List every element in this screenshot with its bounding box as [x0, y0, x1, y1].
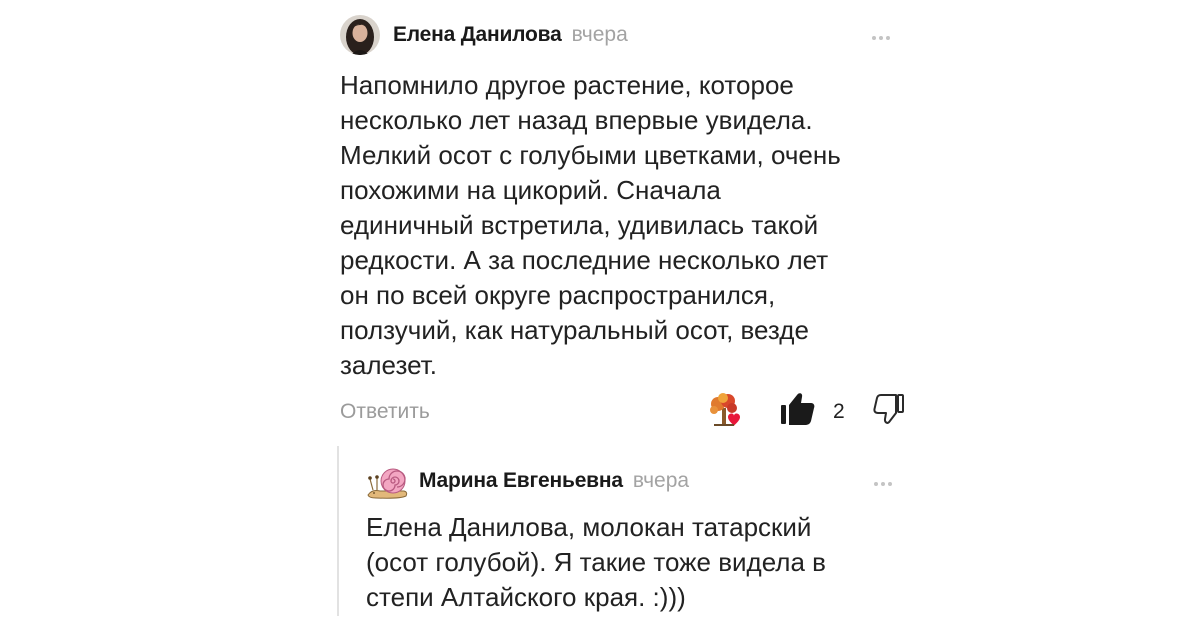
- reply-author[interactable]: Марина Евгеньевна: [419, 469, 623, 493]
- thread-line: [337, 446, 339, 616]
- more-dots-icon[interactable]: [872, 36, 890, 40]
- comment-text: Напомнило другое растение, которое неско…: [340, 70, 841, 380]
- thumbs-down-icon[interactable]: [872, 392, 906, 428]
- comment-header: Елена Данилова вчера: [340, 12, 900, 58]
- comment-author[interactable]: Елена Данилова: [393, 23, 562, 47]
- reply-text: Елена Данилова, молокан татарский (осот …: [366, 512, 826, 612]
- snail-avatar[interactable]: [366, 461, 408, 501]
- comment: Елена Данилова вчера Напомнило другое ра…: [340, 12, 900, 383]
- comment-date: вчера: [571, 23, 628, 46]
- more-dots-icon[interactable]: [874, 482, 892, 486]
- tree-heart-icon[interactable]: [704, 390, 744, 430]
- reply-button[interactable]: Ответить: [340, 400, 430, 424]
- like-count: 2: [833, 400, 845, 423]
- reply-header: Марина Евгеньевна вчера: [366, 458, 898, 504]
- thumbs-up-icon[interactable]: [780, 390, 816, 430]
- reply-date: вчера: [632, 469, 690, 492]
- avatar[interactable]: [340, 15, 380, 55]
- reply-comment: Марина Евгеньевна вчера Елена Данилова, …: [366, 458, 898, 615]
- comment-actions: Ответить 2: [340, 390, 912, 434]
